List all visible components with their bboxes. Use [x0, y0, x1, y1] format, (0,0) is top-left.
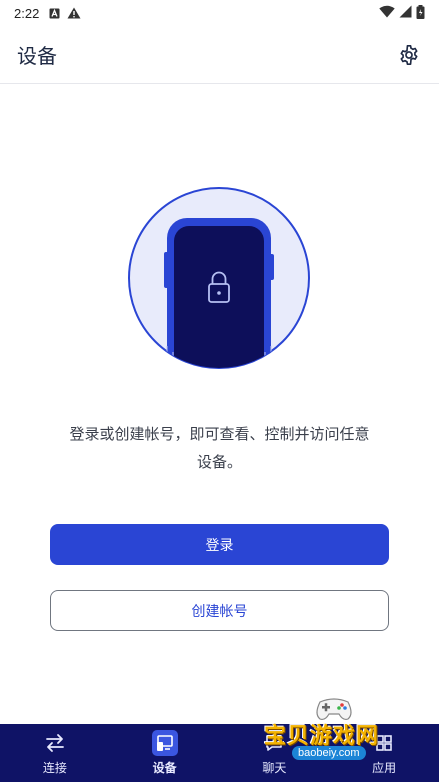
gear-icon	[400, 44, 418, 65]
transfer-arrows-icon	[42, 730, 68, 756]
wifi-icon	[379, 5, 395, 21]
site-watermark: 宝贝游戏网 baobeiy.com	[258, 690, 408, 782]
message-line-2: 设备。	[196, 453, 242, 471]
status-time: 2:22	[14, 5, 40, 21]
devices-screen: 2:22 设备 登录或创建帐号，即可查看、控制并访问任意 设备。 登录 创建帐号…	[0, 0, 439, 782]
warning-icon	[67, 7, 81, 19]
login-button-label: 登录	[205, 537, 234, 554]
status-bar: 2:22	[0, 0, 439, 26]
signal-icon	[399, 5, 412, 21]
notification-a-icon	[49, 8, 60, 19]
nav-label-connect: 连接	[42, 761, 67, 775]
settings-button[interactable]	[395, 41, 423, 69]
empty-state-message: 登录或创建帐号，即可查看、控制并访问任意 设备。	[40, 420, 399, 476]
nav-item-connect[interactable]: 连接	[0, 724, 110, 782]
nav-label-devices: 设备	[152, 761, 177, 775]
create-account-button[interactable]: 创建帐号	[50, 590, 389, 631]
message-line-1: 登录或创建帐号，即可查看、控制并访问任意	[69, 425, 370, 443]
locked-phone-illustration	[127, 186, 311, 370]
watermark-url: baobeiy.com	[292, 746, 366, 760]
app-bar: 设备	[0, 26, 439, 84]
login-button[interactable]: 登录	[50, 524, 389, 565]
battery-icon	[416, 4, 425, 22]
nav-item-devices[interactable]: 设备	[110, 724, 220, 782]
create-account-button-label: 创建帐号	[191, 603, 248, 620]
page-title: 设备	[17, 44, 57, 68]
devices-icon	[151, 730, 178, 756]
